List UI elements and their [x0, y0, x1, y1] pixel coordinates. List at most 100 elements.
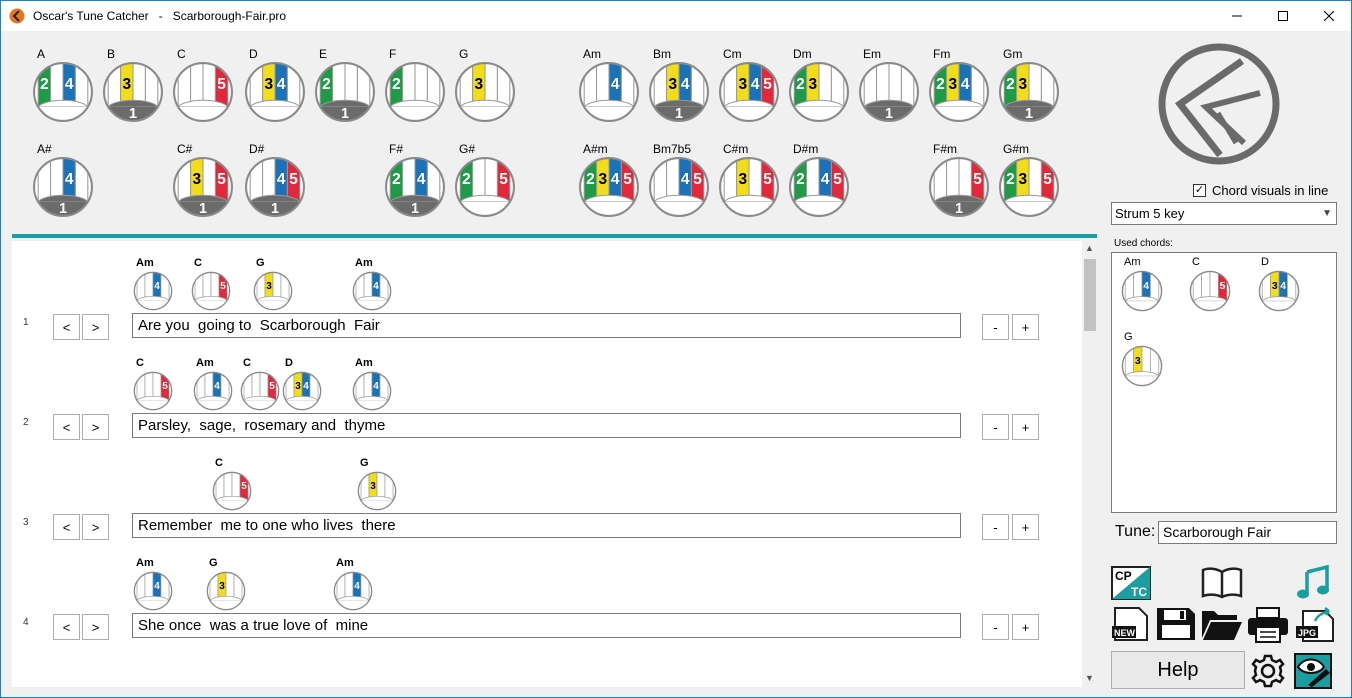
add-line-button[interactable]: + — [1012, 414, 1039, 440]
checkbox-icon[interactable]: ✓ — [1193, 184, 1206, 197]
chord-palette-item[interactable]: A# 4 1 — [32, 142, 94, 220]
chord-wheel-icon: 4 — [333, 571, 373, 611]
lyric-line-input[interactable]: Remember me to one who lives there — [132, 513, 961, 538]
scroll-up-icon[interactable]: ▲ — [1085, 243, 1094, 253]
help-button[interactable]: Help — [1111, 651, 1245, 689]
svg-text:3: 3 — [295, 381, 301, 392]
inline-chord[interactable]: G3 — [357, 457, 401, 517]
strum-select[interactable]: Strum 5 key ▼ — [1111, 202, 1337, 225]
inline-chord[interactable]: Am 4 — [193, 357, 237, 417]
vertical-scrollbar[interactable]: ▲ ▼ — [1082, 241, 1098, 687]
prev-chord-button[interactable]: < — [53, 314, 80, 340]
chord-palette-item[interactable]: Gm 2 3 1 — [998, 47, 1060, 125]
prev-chord-button[interactable]: < — [53, 414, 80, 440]
lyric-line-input[interactable]: She once was a true love of mine — [132, 613, 961, 638]
used-chord-item[interactable]: D34 — [1258, 256, 1302, 318]
inline-chord[interactable]: G3 — [206, 557, 250, 617]
tune-input[interactable]: Scarborough Fair — [1158, 521, 1337, 544]
lyric-line-input[interactable]: Are you going to Scarborough Fair — [132, 313, 961, 338]
inline-chord[interactable]: C5 — [133, 357, 177, 417]
print-icon[interactable] — [1247, 607, 1289, 643]
chord-palette-item[interactable]: Fm 2 3 4 — [928, 47, 990, 125]
inline-chord[interactable]: C5 — [191, 257, 235, 317]
add-line-button[interactable]: + — [1012, 514, 1039, 540]
svg-text:5: 5 — [220, 281, 226, 292]
save-icon[interactable] — [1156, 607, 1196, 641]
chord-wheel-icon: 4 — [352, 371, 392, 411]
chord-palette-item[interactable]: F# 2 4 1 — [384, 142, 446, 220]
inline-chord[interactable]: Am 4 — [133, 557, 177, 617]
chord-visuals-label: Chord visuals in line — [1212, 183, 1329, 198]
next-chord-button[interactable]: > — [82, 414, 109, 440]
next-chord-button[interactable]: > — [82, 314, 109, 340]
chord-palette-item[interactable]: C5 — [172, 47, 234, 125]
book-icon[interactable] — [1201, 566, 1243, 600]
chord-palette-item[interactable]: G#m 2 3 5 — [998, 142, 1060, 220]
chord-palette-item[interactable]: B31 — [102, 47, 164, 125]
chord-palette-item[interactable]: G3 — [454, 47, 516, 125]
remove-line-button[interactable]: - — [982, 314, 1009, 340]
inline-chord[interactable]: C5 — [212, 457, 256, 517]
chord-palette-item[interactable]: A24 — [32, 47, 94, 125]
inline-chord[interactable]: Am 4 — [352, 257, 396, 317]
inline-chord[interactable]: Am 4 — [333, 557, 377, 617]
inline-chord-label: C — [194, 257, 202, 269]
chord-palette-item[interactable]: D34 — [244, 47, 306, 125]
add-line-button[interactable]: + — [1012, 614, 1039, 640]
settings-gear-icon[interactable] — [1250, 653, 1286, 689]
next-chord-button[interactable]: > — [82, 514, 109, 540]
remove-line-button[interactable]: - — [982, 614, 1009, 640]
used-chord-label: Am — [1124, 256, 1141, 268]
chord-palette-item[interactable]: D# 4 5 1 — [244, 142, 306, 220]
chord-palette-item[interactable]: F#m 5 1 — [928, 142, 990, 220]
prev-chord-button[interactable]: < — [53, 614, 80, 640]
chord-wheel-icon: 21 — [315, 62, 375, 122]
scrollbar-thumb[interactable] — [1084, 259, 1096, 331]
inline-chord[interactable]: C5 — [240, 357, 284, 417]
lyric-line-input[interactable]: Parsley, sage, rosemary and thyme — [132, 413, 961, 438]
inline-chord[interactable]: Am 4 — [352, 357, 396, 417]
chord-palette-item[interactable]: D#m 2 4 5 — [788, 142, 850, 220]
svg-text:4: 4 — [961, 76, 970, 93]
chord-palette-item[interactable]: Bm7b5 4 5 — [648, 142, 710, 220]
used-chord-item[interactable]: C5 — [1189, 256, 1233, 318]
open-folder-icon[interactable] — [1201, 607, 1243, 641]
svg-text:4: 4 — [65, 171, 74, 188]
maximize-button[interactable] — [1260, 1, 1306, 31]
chord-palette-item[interactable]: C#m 3 5 — [718, 142, 780, 220]
chord-palette-item[interactable]: F2 — [384, 47, 446, 125]
prev-chord-button[interactable]: < — [53, 514, 80, 540]
used-chord-item[interactable]: Am 4 — [1121, 256, 1165, 318]
view-edit-icon[interactable] — [1294, 653, 1332, 689]
chord-name-label: F# — [389, 142, 404, 156]
inline-chord[interactable]: D 34 — [282, 357, 326, 417]
add-line-button[interactable]: + — [1012, 314, 1039, 340]
svg-text:5: 5 — [1220, 280, 1226, 292]
remove-line-button[interactable]: - — [982, 414, 1009, 440]
chord-visuals-checkbox[interactable]: ✓ Chord visuals in line — [1193, 183, 1328, 198]
chord-palette-item[interactable]: Bm 3 4 1 — [648, 47, 710, 125]
inline-chord[interactable]: G3 — [253, 257, 297, 317]
chord-palette-item[interactable]: Cm 3 4 5 — [718, 47, 780, 125]
chord-wheel-icon: 235 — [999, 157, 1059, 217]
minimize-button[interactable] — [1214, 1, 1260, 31]
chord-palette-item[interactable]: Em 1 — [858, 47, 920, 125]
chord-palette-item[interactable]: Dm 2 3 — [788, 47, 850, 125]
new-file-icon[interactable]: NEW — [1111, 607, 1151, 641]
close-button[interactable] — [1306, 1, 1351, 31]
music-note-icon[interactable] — [1295, 564, 1331, 600]
chord-palette-item[interactable]: G# 2 5 — [454, 142, 516, 220]
used-chord-item[interactable]: G3 — [1121, 331, 1165, 393]
chord-palette-item[interactable]: A#m 2 3 4 5 — [578, 142, 640, 220]
chord-wheel-icon: 34 — [282, 371, 322, 411]
used-chords-list[interactable]: Am 4 C 5 D 3 4 G 3 — [1111, 252, 1337, 513]
export-jpg-icon[interactable]: JPG — [1295, 607, 1335, 643]
remove-line-button[interactable]: - — [982, 514, 1009, 540]
scroll-down-icon[interactable]: ▼ — [1085, 673, 1094, 683]
chord-palette-item[interactable]: E21 — [314, 47, 376, 125]
chord-palette-item[interactable]: C# 3 5 1 — [172, 142, 234, 220]
inline-chord[interactable]: Am 4 — [133, 257, 177, 317]
next-chord-button[interactable]: > — [82, 614, 109, 640]
chord-palette-item[interactable]: Am 4 — [578, 47, 640, 125]
cp-tc-icon[interactable]: CP TC — [1111, 566, 1151, 600]
